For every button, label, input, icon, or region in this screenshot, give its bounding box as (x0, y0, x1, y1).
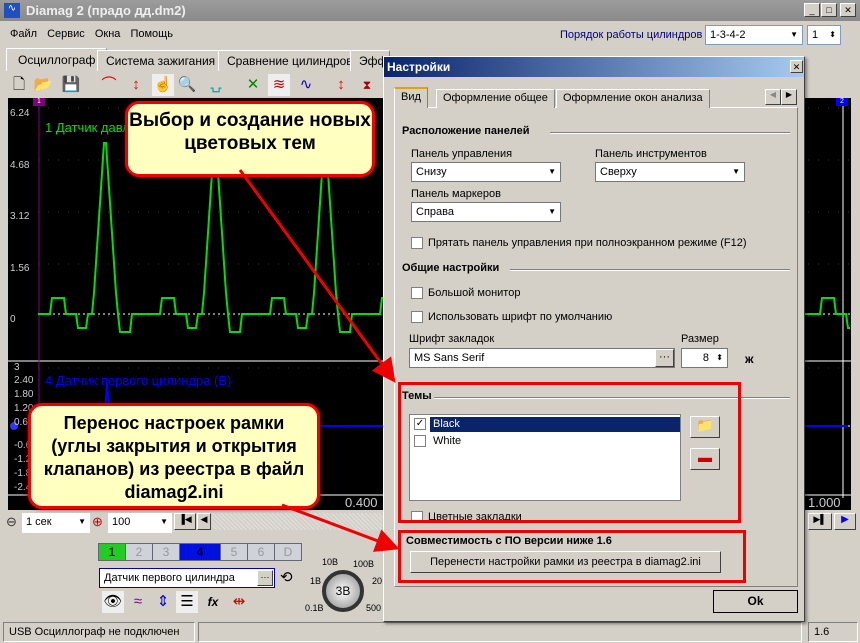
annotation-arrows (238, 169, 400, 552)
arrow-to-themes (238, 169, 396, 383)
arrow-to-compat (281, 503, 400, 552)
